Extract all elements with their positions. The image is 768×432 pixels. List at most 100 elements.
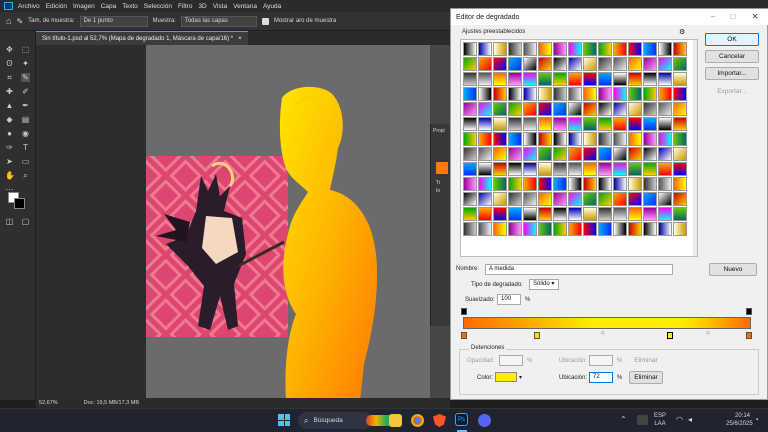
gradient-preset-swatch[interactable] <box>553 42 567 56</box>
menu-3d[interactable]: 3D <box>198 3 206 10</box>
gradient-preset-swatch[interactable] <box>478 102 492 116</box>
gradient-preset-swatch[interactable] <box>553 132 567 146</box>
color-stop[interactable] <box>534 332 540 339</box>
gradient-preset-swatch[interactable] <box>598 177 612 191</box>
taskbar-search-box[interactable]: ⌕ Búsqueda <box>298 412 372 429</box>
menu-capa[interactable]: Capa <box>101 3 117 10</box>
gradient-preset-swatch[interactable] <box>568 102 582 116</box>
name-input[interactable]: A medida <box>485 264 673 275</box>
gradient-preset-swatch[interactable] <box>598 222 612 236</box>
gradient-preset-swatch[interactable] <box>463 42 477 56</box>
gradient-preset-swatch[interactable] <box>553 72 567 86</box>
menu-archivo[interactable]: Archivo <box>18 3 40 10</box>
gradient-preset-swatch[interactable] <box>673 87 687 101</box>
gradient-preset-swatch[interactable] <box>508 87 522 101</box>
gradient-preset-swatch[interactable] <box>553 87 567 101</box>
gradient-preset-swatch[interactable] <box>643 42 657 56</box>
gradient-preset-swatch[interactable] <box>673 147 687 161</box>
gradient-preset-swatch[interactable] <box>598 87 612 101</box>
gradient-preset-swatch[interactable] <box>523 177 537 191</box>
gradient-preset-swatch[interactable] <box>613 177 627 191</box>
gradient-preset-swatch[interactable] <box>478 42 492 56</box>
gradient-preset-swatch[interactable] <box>553 147 567 161</box>
gradient-preset-swatch[interactable] <box>598 57 612 71</box>
gradient-preset-swatch[interactable] <box>493 42 507 56</box>
gradient-preset-swatch[interactable] <box>628 192 642 206</box>
gradient-preset-swatch[interactable] <box>673 72 687 86</box>
gradient-tool-icon[interactable]: ▤ <box>21 115 30 124</box>
gradient-preset-swatch[interactable] <box>628 42 642 56</box>
ok-button[interactable]: OK <box>705 33 759 46</box>
gradient-preset-swatch[interactable] <box>523 147 537 161</box>
midpoint-diamond-icon[interactable]: ◇ <box>706 330 710 336</box>
gradient-preset-swatch[interactable] <box>643 147 657 161</box>
gradient-preset-swatch[interactable] <box>673 207 687 221</box>
menu-vista[interactable]: Vista <box>213 3 227 10</box>
gradient-preset-swatch[interactable] <box>568 222 582 236</box>
chrome-icon[interactable] <box>411 414 424 427</box>
gradient-preset-swatch[interactable] <box>538 117 552 131</box>
gradient-preset-swatch[interactable] <box>523 192 537 206</box>
gradient-preset-swatch[interactable] <box>643 87 657 101</box>
pen-tool-icon[interactable]: ✑ <box>5 143 14 152</box>
gradient-preset-swatch[interactable] <box>643 207 657 221</box>
gradient-preset-swatch[interactable] <box>673 132 687 146</box>
gradient-preset-swatch[interactable] <box>598 207 612 221</box>
gradient-preset-swatch[interactable] <box>538 222 552 236</box>
gradient-preset-swatch[interactable] <box>613 207 627 221</box>
gradient-preset-swatch[interactable] <box>583 132 597 146</box>
gradient-preset-swatch[interactable] <box>538 207 552 221</box>
notifications-icon[interactable]: ◔ <box>754 415 759 424</box>
gradient-preset-swatch[interactable] <box>658 87 672 101</box>
gradient-preset-swatch[interactable] <box>643 162 657 176</box>
menu-texto[interactable]: Texto <box>122 3 138 10</box>
gradient-preset-swatch[interactable] <box>538 57 552 71</box>
gradient-preset-swatch[interactable] <box>553 57 567 71</box>
delete-opacity-stop-button[interactable]: Eliminar <box>629 354 663 367</box>
volume-icon[interactable]: ◂ <box>688 415 692 424</box>
gradient-preset-swatch[interactable] <box>643 192 657 206</box>
gradient-preset-swatch[interactable] <box>568 162 582 176</box>
hand-tool-icon[interactable]: ✋ <box>5 171 15 180</box>
gradient-preset-swatch[interactable] <box>538 42 552 56</box>
gradient-preset-swatch[interactable] <box>568 207 582 221</box>
gradient-preset-swatch[interactable] <box>613 222 627 236</box>
discord-icon[interactable] <box>478 414 491 427</box>
gradient-preset-swatch[interactable] <box>628 162 642 176</box>
stop-color-swatch[interactable] <box>495 372 517 382</box>
gradient-preset-swatch[interactable] <box>613 72 627 86</box>
gradient-preset-swatch[interactable] <box>568 132 582 146</box>
gradient-preset-swatch[interactable] <box>658 102 672 116</box>
gradient-preset-swatch[interactable] <box>628 177 642 191</box>
gradient-preset-swatch[interactable] <box>538 177 552 191</box>
gradient-preset-swatch[interactable] <box>493 222 507 236</box>
gradient-preset-swatch[interactable] <box>538 102 552 116</box>
gradient-preset-swatch[interactable] <box>463 222 477 236</box>
gradient-preset-swatch[interactable] <box>553 117 567 131</box>
gradient-preset-swatch[interactable] <box>523 207 537 221</box>
color-dropdown-icon[interactable]: ▾ <box>519 374 522 381</box>
gradient-preset-swatch[interactable] <box>673 102 687 116</box>
gradient-preset-swatch[interactable] <box>478 132 492 146</box>
gradient-preset-swatch[interactable] <box>493 162 507 176</box>
gradient-preset-swatch[interactable] <box>598 162 612 176</box>
photoshop-taskbar-icon[interactable]: Ps <box>455 413 468 426</box>
gradient-preset-swatch[interactable] <box>583 207 597 221</box>
menu-seleccion[interactable]: Selección <box>144 3 172 10</box>
gradient-preset-swatch[interactable] <box>658 72 672 86</box>
minimize-icon[interactable]: – <box>707 11 719 23</box>
gradient-preset-swatch[interactable] <box>598 147 612 161</box>
gradient-preset-swatch[interactable] <box>598 42 612 56</box>
gradient-preset-swatch[interactable] <box>673 57 687 71</box>
gradient-preset-swatch[interactable] <box>508 132 522 146</box>
gradient-preset-swatch[interactable] <box>568 177 582 191</box>
gradient-preset-swatch[interactable] <box>553 222 567 236</box>
gradient-preset-swatch[interactable] <box>643 222 657 236</box>
gradient-preset-swatch[interactable] <box>673 192 687 206</box>
move-tool-icon[interactable]: ✥ <box>5 45 14 54</box>
gradient-preset-swatch[interactable] <box>673 222 687 236</box>
gradient-preset-swatch[interactable] <box>553 162 567 176</box>
gradient-preset-swatch[interactable] <box>463 132 477 146</box>
path-select-icon[interactable]: ➤ <box>5 157 14 166</box>
settings-gear-icon[interactable]: ⚙ <box>679 28 685 36</box>
